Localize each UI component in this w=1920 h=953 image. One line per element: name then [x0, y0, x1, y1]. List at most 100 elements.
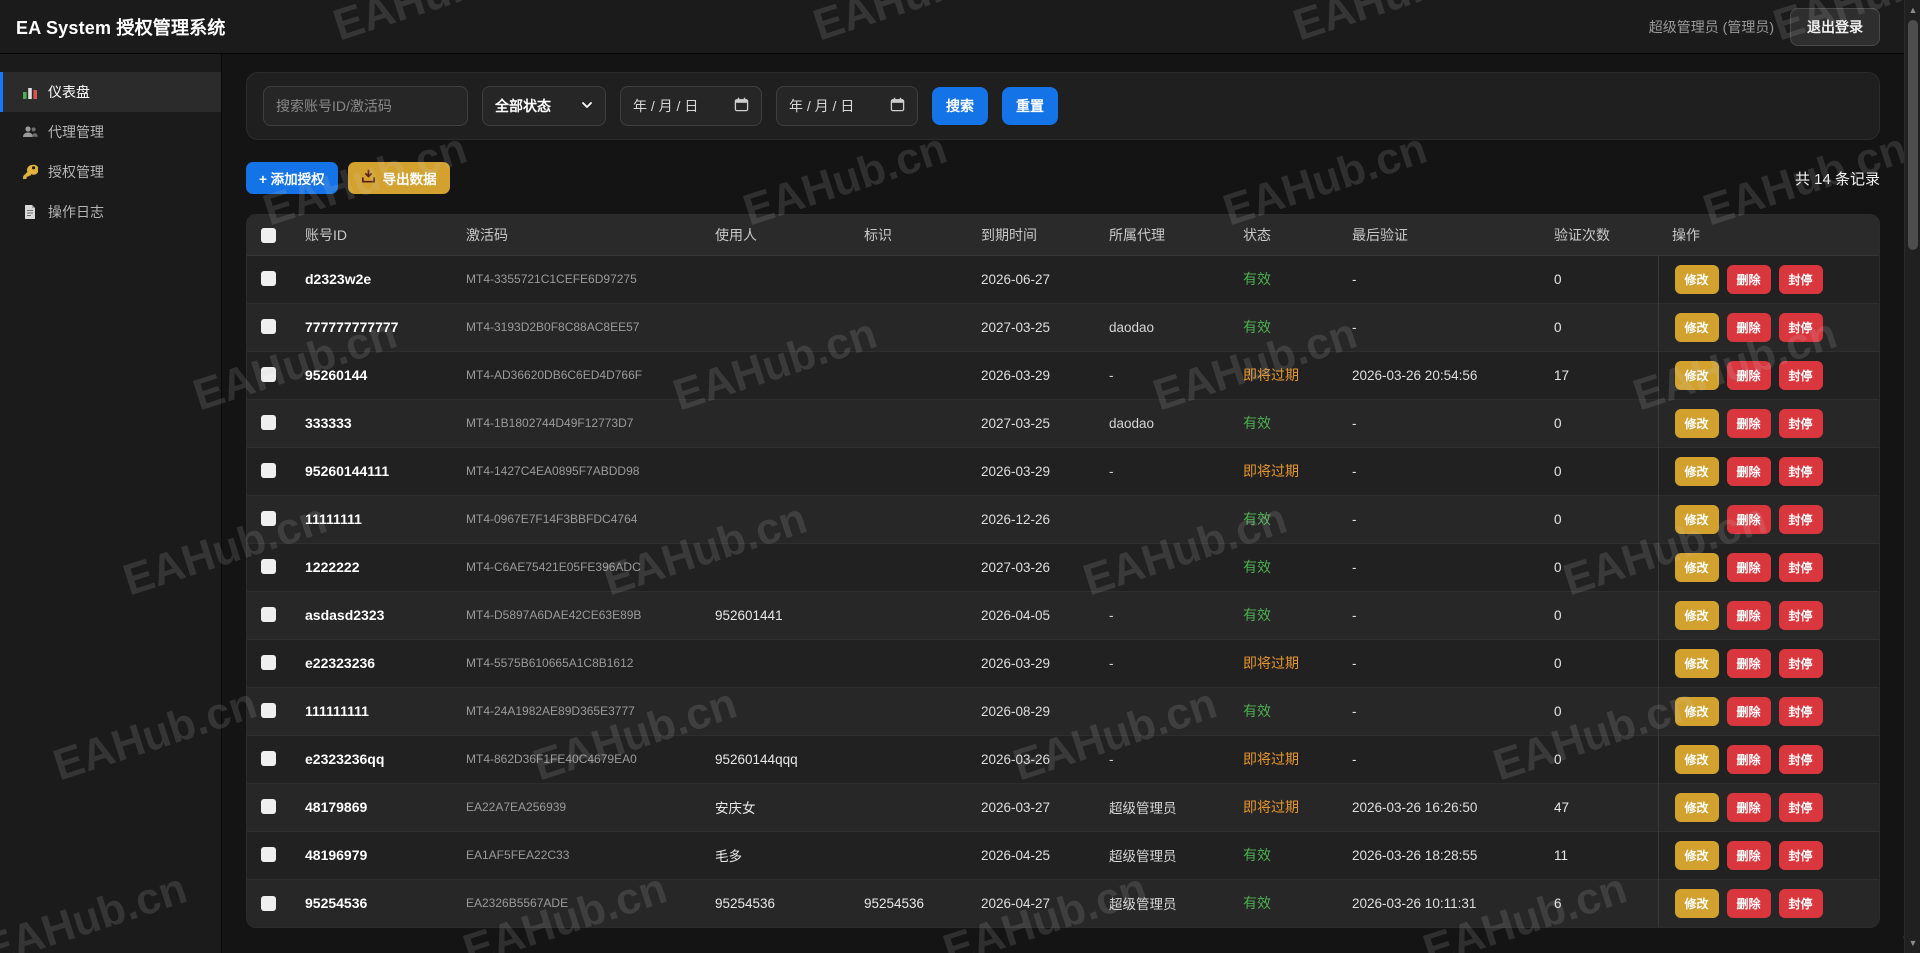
logout-button[interactable]: 退出登录: [1790, 7, 1880, 46]
sidebar-item-logs[interactable]: 操作日志: [0, 192, 221, 232]
sidebar-item-dashboard[interactable]: 仪表盘: [0, 72, 221, 112]
scrollbar-down-arrow[interactable]: ▼: [1905, 935, 1920, 951]
modify-button[interactable]: 修改: [1674, 888, 1719, 918]
account-id-cell: 95254536: [291, 878, 452, 927]
modify-button[interactable]: 修改: [1674, 792, 1719, 822]
row-checkbox[interactable]: [261, 703, 276, 719]
suspend-button[interactable]: 封停: [1778, 840, 1823, 870]
modify-button[interactable]: 修改: [1674, 840, 1719, 870]
suspend-button[interactable]: 封停: [1778, 792, 1823, 822]
modify-button[interactable]: 修改: [1674, 264, 1719, 294]
suspend-button[interactable]: 封停: [1778, 360, 1823, 390]
agent-cell: 超级管理员: [1095, 830, 1229, 879]
verify-count-cell: 0: [1540, 542, 1658, 591]
delete-button[interactable]: 删除: [1726, 312, 1771, 342]
export-data-button[interactable]: 导出数据: [347, 162, 450, 194]
row-checkbox[interactable]: [261, 607, 276, 623]
verify-count-cell: 11: [1540, 830, 1658, 879]
row-checkbox[interactable]: [261, 367, 276, 383]
modify-button[interactable]: 修改: [1674, 552, 1719, 582]
status-cell: 有效: [1229, 542, 1338, 591]
add-license-button[interactable]: + 添加授权: [246, 162, 338, 194]
modify-button[interactable]: 修改: [1674, 408, 1719, 438]
delete-button[interactable]: 删除: [1726, 840, 1771, 870]
row-checkbox[interactable]: [261, 415, 276, 431]
suspend-button[interactable]: 封停: [1778, 696, 1823, 726]
delete-button[interactable]: 删除: [1726, 600, 1771, 630]
delete-button[interactable]: 删除: [1726, 264, 1771, 294]
last-verify-cell: 2026-03-26 20:54:56: [1338, 350, 1540, 399]
agent-cell: [1095, 494, 1229, 543]
row-checkbox[interactable]: [261, 895, 276, 911]
verify-count-cell: 0: [1540, 734, 1658, 783]
modify-button[interactable]: 修改: [1674, 744, 1719, 774]
row-checkbox[interactable]: [261, 751, 276, 767]
filter-bar: 全部状态 年 / 月 / 日 年 / 月 / 日 搜索 重置: [246, 72, 1880, 140]
col-actions: 操作: [1658, 215, 1879, 256]
modify-button[interactable]: 修改: [1674, 312, 1719, 342]
table-row: 95260144111 MT4-1427C4EA0895F7ABDD98 202…: [247, 446, 1879, 495]
sidebar-item-licenses[interactable]: 授权管理: [0, 152, 221, 192]
row-actions: 修改 删除 封停: [1657, 302, 1879, 351]
expire-date-cell: 2026-03-29: [967, 638, 1095, 687]
row-actions: 修改 删除 封停: [1657, 878, 1879, 927]
current-user-label: 超级管理员 (管理员): [1648, 18, 1774, 35]
delete-button[interactable]: 删除: [1726, 504, 1771, 534]
date-end-input[interactable]: 年 / 月 / 日: [776, 86, 918, 126]
modify-button[interactable]: 修改: [1674, 600, 1719, 630]
row-checkbox[interactable]: [261, 559, 276, 575]
row-checkbox[interactable]: [261, 463, 276, 479]
delete-button[interactable]: 删除: [1726, 696, 1771, 726]
user-cell: [701, 494, 850, 543]
suspend-button[interactable]: 封停: [1778, 264, 1823, 294]
suspend-button[interactable]: 封停: [1778, 888, 1823, 918]
delete-button[interactable]: 删除: [1726, 552, 1771, 582]
agent-cell: daodao: [1095, 302, 1229, 351]
row-checkbox[interactable]: [261, 655, 276, 671]
expire-date-cell: 2027-03-25: [967, 398, 1095, 447]
delete-button[interactable]: 删除: [1726, 792, 1771, 822]
modify-button[interactable]: 修改: [1674, 456, 1719, 486]
delete-button[interactable]: 删除: [1726, 648, 1771, 678]
delete-button[interactable]: 删除: [1726, 744, 1771, 774]
delete-button[interactable]: 删除: [1726, 456, 1771, 486]
scrollbar-thumb[interactable]: [1908, 20, 1918, 250]
sidebar-item-agents[interactable]: 代理管理: [0, 112, 221, 152]
col-last-verify: 最后验证: [1338, 215, 1540, 256]
activation-code-cell: MT4-1B1802744D49F12773D7: [452, 398, 701, 447]
status-cell: 有效: [1229, 686, 1338, 735]
suspend-button[interactable]: 封停: [1778, 408, 1823, 438]
row-checkbox[interactable]: [261, 847, 276, 863]
suspend-button[interactable]: 封停: [1778, 456, 1823, 486]
user-cell: [701, 350, 850, 399]
status-select[interactable]: 全部状态: [482, 86, 606, 126]
search-button[interactable]: 搜索: [932, 87, 988, 125]
modify-button[interactable]: 修改: [1674, 504, 1719, 534]
suspend-button[interactable]: 封停: [1778, 552, 1823, 582]
expire-date-cell: 2026-08-29: [967, 686, 1095, 735]
select-all-checkbox[interactable]: [261, 228, 276, 244]
row-checkbox[interactable]: [261, 799, 276, 815]
suspend-button[interactable]: 封停: [1778, 648, 1823, 678]
modify-button[interactable]: 修改: [1674, 360, 1719, 390]
suspend-button[interactable]: 封停: [1778, 744, 1823, 774]
suspend-button[interactable]: 封停: [1778, 312, 1823, 342]
row-checkbox[interactable]: [261, 511, 276, 527]
expire-date-cell: 2026-03-29: [967, 350, 1095, 399]
vertical-scrollbar[interactable]: ▲ ▼: [1904, 0, 1920, 953]
suspend-button[interactable]: 封停: [1778, 504, 1823, 534]
modify-button[interactable]: 修改: [1674, 648, 1719, 678]
date-start-input[interactable]: 年 / 月 / 日: [620, 86, 762, 126]
scrollbar-up-arrow[interactable]: ▲: [1905, 2, 1920, 18]
status-cell: 有效: [1229, 398, 1338, 447]
activation-code-cell: EA1AF5FEA22C33: [452, 830, 701, 879]
search-input[interactable]: [263, 86, 468, 126]
modify-button[interactable]: 修改: [1674, 696, 1719, 726]
delete-button[interactable]: 删除: [1726, 360, 1771, 390]
row-checkbox[interactable]: [261, 271, 276, 287]
delete-button[interactable]: 删除: [1726, 888, 1771, 918]
suspend-button[interactable]: 封停: [1778, 600, 1823, 630]
row-checkbox[interactable]: [261, 319, 276, 335]
reset-button[interactable]: 重置: [1002, 87, 1058, 125]
delete-button[interactable]: 删除: [1726, 408, 1771, 438]
